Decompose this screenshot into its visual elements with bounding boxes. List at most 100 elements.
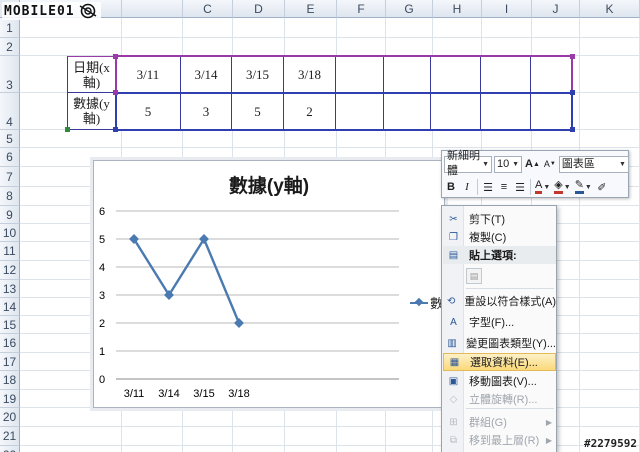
rotate-3d-icon: ◇ (449, 393, 458, 405)
chart-plot[interactable]: 0 1 2 3 4 5 6 3/11 3/14 3/15 3/18 (94, 161, 446, 409)
table-date-cell[interactable]: 3/11 (116, 56, 181, 93)
row-header[interactable]: 11 (0, 242, 20, 261)
x-tick-label[interactable]: 3/14 (158, 388, 179, 400)
column-header[interactable]: K (580, 0, 640, 18)
row-header[interactable]: 15 (0, 316, 20, 334)
italic-button[interactable]: I (460, 178, 474, 196)
menu-item-reset-style[interactable]: ⟲ 重設以符合樣式(A) (443, 292, 556, 310)
paste-option-keep-format-icon[interactable]: ▤ (466, 268, 482, 284)
row-header[interactable]: 6 (0, 148, 20, 167)
range-resize-handle[interactable] (570, 127, 575, 132)
font-color-button[interactable]: A ▼ (534, 178, 551, 196)
column-header[interactable]: J (532, 0, 580, 18)
range-resize-handle[interactable] (570, 54, 575, 59)
table-date-cell[interactable]: 3/14 (181, 56, 232, 93)
row-header[interactable]: 21 (0, 427, 20, 446)
row-header[interactable]: 19 (0, 390, 20, 408)
range-resize-handle[interactable] (65, 127, 70, 132)
menu-item-select-data[interactable]: ▦ 選取資料(E)... (443, 353, 556, 371)
menu-item-chart-type[interactable]: ▥ 變更圖表類型(Y)... (443, 334, 556, 352)
range-resize-handle[interactable] (113, 54, 118, 59)
table-value-cell[interactable]: 3 (181, 93, 232, 130)
row-header[interactable]: 4 (0, 93, 20, 130)
row-header[interactable]: 8 (0, 187, 20, 206)
table-empty-cell[interactable] (531, 56, 572, 93)
grow-font-button[interactable]: A ▲ (524, 155, 541, 173)
table-empty-cell[interactable] (431, 93, 481, 130)
menu-item-font[interactable]: A 字型(F)... (443, 313, 556, 331)
menu-separator (466, 288, 554, 289)
range-resize-handle[interactable] (113, 127, 118, 132)
row-header[interactable]: 9 (0, 206, 20, 224)
table-empty-cell[interactable] (336, 56, 384, 93)
row-header[interactable]: 2 (0, 38, 20, 56)
menu-item-scissors[interactable]: ✂ 剪下(T) (443, 210, 556, 228)
range-resize-handle[interactable] (113, 90, 118, 95)
table-value-cell[interactable]: 5 (116, 93, 181, 130)
table-empty-cell[interactable] (384, 56, 431, 93)
y-tick-label[interactable]: 4 (99, 262, 105, 274)
row-header[interactable]: 14 (0, 298, 20, 316)
row-header[interactable]: 18 (0, 371, 20, 390)
align-right-button[interactable]: ☰ (513, 178, 527, 196)
fill-color-button[interactable]: ◈ ▼ (553, 178, 571, 196)
row-header[interactable]: 22 (0, 446, 20, 452)
column-header[interactable]: E (285, 0, 337, 18)
format-painter-button[interactable]: ✐ (595, 178, 609, 196)
table-empty-cell[interactable] (431, 56, 481, 93)
align-left-button[interactable]: ☰ (481, 178, 495, 196)
y-tick-label[interactable]: 5 (99, 234, 105, 246)
table-empty-cell[interactable] (481, 56, 531, 93)
y-tick-label[interactable]: 6 (99, 206, 105, 218)
column-header[interactable] (122, 0, 183, 18)
row-header[interactable]: 20 (0, 408, 20, 427)
table-row-label[interactable]: 數據(y 軸) (67, 93, 116, 130)
x-tick-label[interactable]: 3/11 (124, 388, 145, 400)
table-empty-cell[interactable] (531, 93, 572, 130)
table-date-cell[interactable]: 3/15 (232, 56, 284, 93)
x-tick-label[interactable]: 3/15 (193, 388, 214, 400)
chart-legend[interactable]: 數 (410, 293, 443, 312)
align-center-button[interactable]: ≡ (497, 178, 511, 196)
table-value-cell[interactable]: 5 (232, 93, 284, 130)
line-chart[interactable]: 數據(y軸) 0 1 2 3 4 5 6 3/11 3/14 3/15 3/18 (93, 160, 445, 408)
menu-item-move-chart[interactable]: ▣ 移動圖表(V)... (443, 372, 556, 390)
table-empty-cell[interactable] (384, 93, 431, 130)
column-header[interactable]: F (337, 0, 386, 18)
row-header[interactable]: 5 (0, 130, 20, 148)
column-header[interactable]: C (183, 0, 233, 18)
row-header[interactable]: 1 (0, 18, 20, 38)
row-header[interactable]: 12 (0, 261, 20, 280)
column-header[interactable]: H (433, 0, 482, 18)
table-empty-cell[interactable] (481, 93, 531, 130)
series-marker[interactable] (234, 318, 244, 328)
font-size-dropdown[interactable]: 10 ▼ (494, 155, 522, 173)
outline-color-button[interactable]: ✎ ▼ (574, 178, 593, 196)
row-header[interactable]: 17 (0, 353, 20, 371)
y-tick-label[interactable]: 0 (99, 374, 105, 386)
y-tick-label[interactable]: 1 (99, 346, 105, 358)
row-header[interactable]: 7 (0, 167, 20, 187)
row-header[interactable]: 13 (0, 280, 20, 298)
bold-button[interactable]: B (444, 178, 458, 196)
row-header[interactable]: 16 (0, 334, 20, 353)
table-row-label[interactable]: 日期(x 軸) (67, 56, 116, 93)
table-empty-cell[interactable] (336, 93, 384, 130)
range-resize-handle[interactable] (570, 90, 575, 95)
series-line[interactable] (132, 236, 241, 324)
column-header[interactable]: G (386, 0, 433, 18)
shrink-font-button[interactable]: A ▼ (543, 155, 557, 173)
table-date-cell[interactable]: 3/18 (284, 56, 336, 93)
chart-element-dropdown[interactable]: 圖表區 ▼ (558, 155, 629, 173)
x-tick-label[interactable]: 3/18 (228, 388, 249, 400)
menu-item-copy[interactable]: ❐ 複製(C) (443, 228, 556, 246)
column-header[interactable]: I (482, 0, 532, 18)
table-value-cell[interactable]: 2 (284, 93, 336, 130)
column-header[interactable]: D (233, 0, 285, 18)
font-name-dropdown[interactable]: 新細明體 ▼ (444, 150, 492, 177)
y-tick-label[interactable]: 2 (99, 318, 105, 330)
y-tick-label[interactable]: 3 (99, 290, 105, 302)
row-header[interactable]: 3 (0, 56, 20, 93)
row-header[interactable]: 10 (0, 224, 20, 242)
menu-item-label: 變更圖表類型(Y)... (466, 338, 556, 350)
